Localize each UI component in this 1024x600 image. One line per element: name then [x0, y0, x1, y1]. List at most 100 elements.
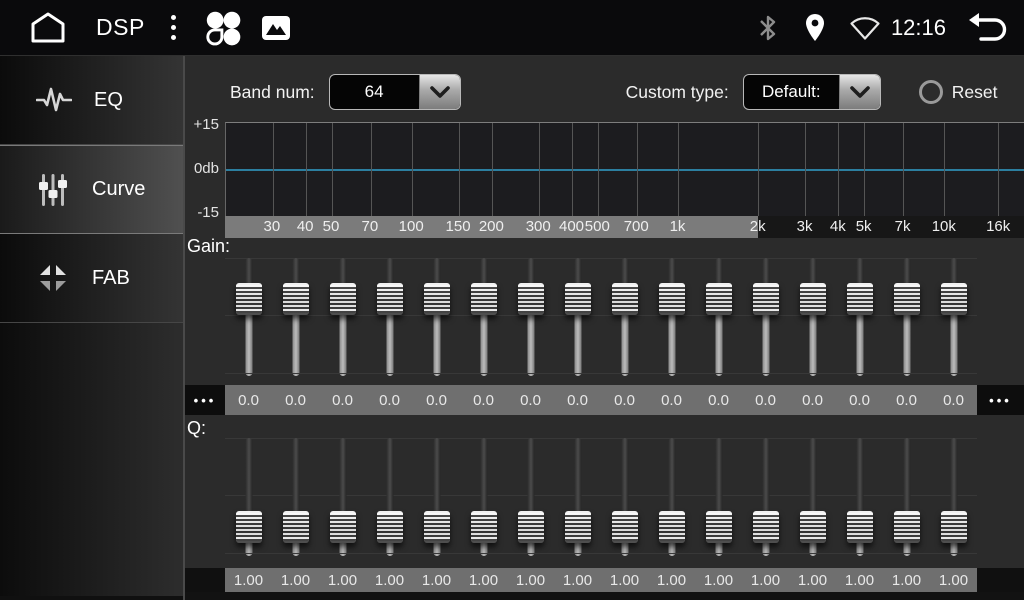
slider-track-upper[interactable]	[433, 438, 440, 519]
gain-slider[interactable]	[413, 258, 460, 376]
q-slider-knob[interactable]	[471, 511, 497, 543]
q-slider[interactable]	[695, 438, 742, 556]
gain-slider-knob[interactable]	[706, 283, 732, 315]
slider-track-upper[interactable]	[809, 438, 816, 519]
sidebar-item-fab[interactable]: FAB	[0, 234, 183, 323]
eq-plot[interactable]	[225, 122, 1024, 216]
apps-icon[interactable]	[204, 9, 242, 47]
gain-slider[interactable]	[601, 258, 648, 376]
gain-slider-knob[interactable]	[518, 283, 544, 315]
q-slider-knob[interactable]	[330, 511, 356, 543]
gain-slider-knob[interactable]	[800, 283, 826, 315]
overflow-menu-icon[interactable]	[171, 15, 176, 40]
gain-slider[interactable]	[695, 258, 742, 376]
gain-slider-knob[interactable]	[753, 283, 779, 315]
home-icon[interactable]	[26, 10, 70, 46]
q-slider-knob[interactable]	[847, 511, 873, 543]
q-slider-knob[interactable]	[800, 511, 826, 543]
gain-slider-knob[interactable]	[330, 283, 356, 315]
bluetooth-icon[interactable]	[757, 13, 779, 43]
gain-more-right-button[interactable]: •••	[977, 385, 1024, 415]
gain-slider[interactable]	[742, 258, 789, 376]
q-slider-knob[interactable]	[377, 511, 403, 543]
slider-track-upper[interactable]	[621, 438, 628, 519]
gridline	[273, 123, 274, 216]
q-slider[interactable]	[554, 438, 601, 556]
slider-track-upper[interactable]	[762, 438, 769, 519]
q-slider-knob[interactable]	[894, 511, 920, 543]
q-slider[interactable]	[883, 438, 930, 556]
gain-slider[interactable]	[225, 258, 272, 376]
chevron-down-icon[interactable]	[839, 75, 880, 109]
gain-slider-knob[interactable]	[659, 283, 685, 315]
gallery-icon[interactable]	[262, 16, 290, 40]
gain-slider-knob[interactable]	[283, 283, 309, 315]
gain-slider[interactable]	[366, 258, 413, 376]
q-slider[interactable]	[789, 438, 836, 556]
gain-more-left-button[interactable]: •••	[185, 385, 225, 415]
gain-slider-knob[interactable]	[236, 283, 262, 315]
sidebar-item-curve[interactable]: Curve	[0, 145, 183, 234]
q-slider[interactable]	[413, 438, 460, 556]
gain-slider-knob[interactable]	[941, 283, 967, 315]
gain-slider-knob[interactable]	[565, 283, 591, 315]
slider-track-upper[interactable]	[950, 438, 957, 519]
q-slider[interactable]	[930, 438, 977, 556]
gain-slider[interactable]	[883, 258, 930, 376]
slider-track-upper[interactable]	[668, 438, 675, 519]
q-slider[interactable]	[742, 438, 789, 556]
location-icon[interactable]	[803, 13, 827, 43]
gain-slider[interactable]	[507, 258, 554, 376]
gain-slider[interactable]	[460, 258, 507, 376]
q-slider-knob[interactable]	[283, 511, 309, 543]
reset-radio[interactable]	[919, 80, 943, 104]
slider-track-upper[interactable]	[715, 438, 722, 519]
custom-type-select[interactable]: Default:	[743, 74, 881, 110]
gain-slider[interactable]	[836, 258, 883, 376]
gain-slider-knob[interactable]	[471, 283, 497, 315]
gain-slider-knob[interactable]	[894, 283, 920, 315]
slider-track-upper[interactable]	[480, 438, 487, 519]
slider-track-upper[interactable]	[386, 438, 393, 519]
chevron-down-icon[interactable]	[419, 75, 460, 109]
slider-track-upper[interactable]	[856, 438, 863, 519]
gain-slider[interactable]	[789, 258, 836, 376]
q-slider-knob[interactable]	[612, 511, 638, 543]
slider-track-upper[interactable]	[339, 438, 346, 519]
q-slider-knob[interactable]	[565, 511, 591, 543]
gain-slider-knob[interactable]	[377, 283, 403, 315]
gain-slider[interactable]	[648, 258, 695, 376]
q-slider[interactable]	[601, 438, 648, 556]
q-slider[interactable]	[225, 438, 272, 556]
gain-slider[interactable]	[554, 258, 601, 376]
q-slider[interactable]	[319, 438, 366, 556]
q-slider[interactable]	[836, 438, 883, 556]
slider-track-upper[interactable]	[245, 438, 252, 519]
q-slider-knob[interactable]	[753, 511, 779, 543]
q-slider[interactable]	[460, 438, 507, 556]
slider-track-upper[interactable]	[292, 438, 299, 519]
q-slider[interactable]	[272, 438, 319, 556]
q-slider-knob[interactable]	[659, 511, 685, 543]
q-slider-knob[interactable]	[706, 511, 732, 543]
wifi-icon[interactable]	[849, 15, 881, 41]
gain-slider-knob[interactable]	[612, 283, 638, 315]
band-num-select[interactable]: 64	[329, 74, 461, 110]
gain-slider[interactable]	[272, 258, 319, 376]
q-slider[interactable]	[648, 438, 695, 556]
q-slider-knob[interactable]	[941, 511, 967, 543]
q-slider-knob[interactable]	[236, 511, 262, 543]
back-icon[interactable]	[964, 9, 1010, 47]
gain-slider-knob[interactable]	[424, 283, 450, 315]
slider-track-upper[interactable]	[574, 438, 581, 519]
q-slider-knob[interactable]	[424, 511, 450, 543]
q-slider[interactable]	[366, 438, 413, 556]
gain-slider-knob[interactable]	[847, 283, 873, 315]
gain-slider[interactable]	[319, 258, 366, 376]
sidebar-item-eq[interactable]: EQ	[0, 56, 183, 145]
q-slider-knob[interactable]	[518, 511, 544, 543]
gain-slider[interactable]	[930, 258, 977, 376]
slider-track-upper[interactable]	[903, 438, 910, 519]
q-slider[interactable]	[507, 438, 554, 556]
slider-track-upper[interactable]	[527, 438, 534, 519]
